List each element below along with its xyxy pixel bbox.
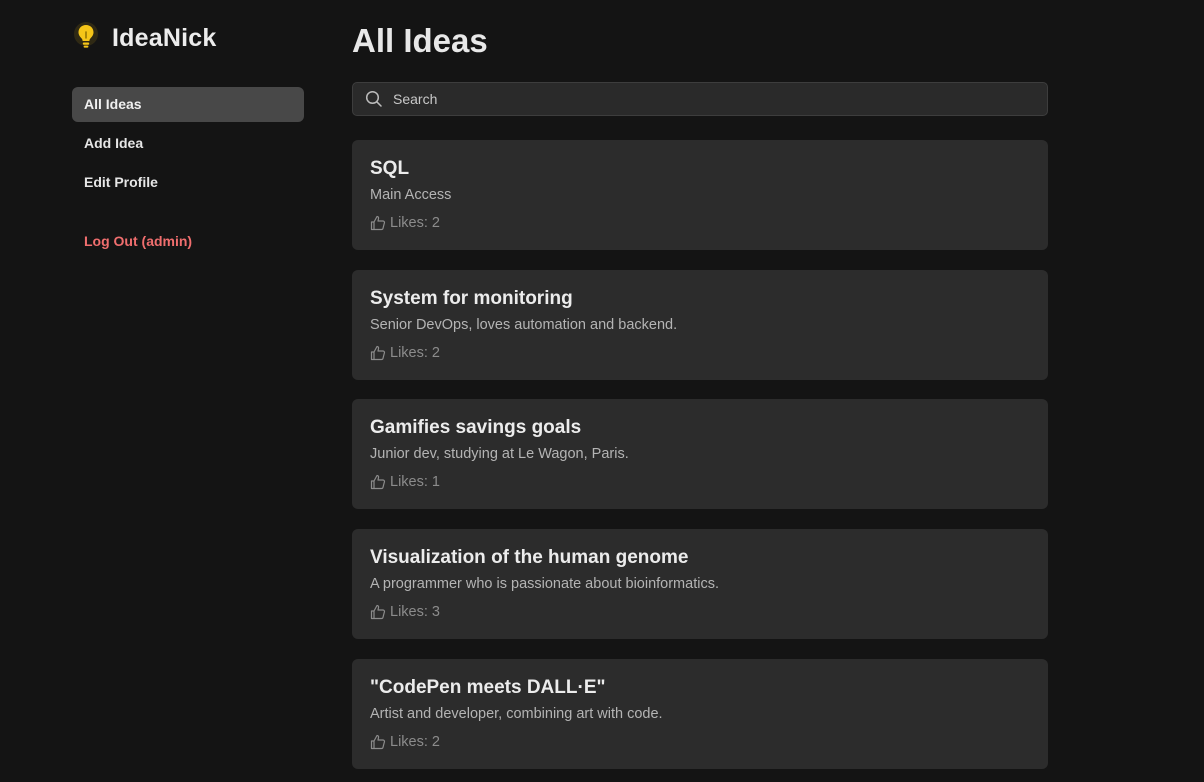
brand[interactable]: IdeaNick (72, 18, 304, 58)
idea-title[interactable]: System for monitoring (370, 288, 573, 310)
search-input[interactable] (384, 83, 1047, 115)
idea-likes: Likes: 1 (370, 474, 440, 490)
idea-description: Senior DevOps, loves automation and back… (370, 317, 678, 333)
search-box[interactable] (352, 82, 1048, 116)
idea-likes: Likes: 2 (370, 734, 440, 750)
idea-likes: Likes: 3 (370, 604, 440, 620)
idea-card[interactable]: Visualization of the human genome A prog… (352, 529, 1048, 639)
idea-title[interactable]: Gamifies savings goals (370, 417, 581, 439)
lightbulb-icon (72, 18, 100, 58)
idea-card[interactable]: SQL Main Access Likes: 2 (352, 140, 1048, 250)
sidebar-item-add-idea[interactable]: Add Idea (72, 126, 304, 161)
page-title: All Ideas (352, 22, 488, 59)
idea-description: A programmer who is passionate about bio… (370, 576, 719, 592)
thumbs-up-icon (370, 474, 386, 490)
thumbs-up-icon (370, 345, 386, 361)
search-icon (364, 89, 384, 109)
idea-description: Artist and developer, combining art with… (370, 706, 663, 722)
likes-count: Likes: 3 (390, 604, 440, 620)
idea-title[interactable]: SQL (370, 158, 409, 180)
likes-count: Likes: 2 (390, 734, 440, 750)
logout-link[interactable]: Log Out (admin) (72, 224, 304, 259)
idea-likes: Likes: 2 (370, 345, 440, 361)
idea-description: Junior dev, studying at Le Wagon, Paris. (370, 446, 629, 462)
idea-card[interactable]: Gamifies savings goals Junior dev, study… (352, 399, 1048, 509)
sidebar-item-edit-profile[interactable]: Edit Profile (72, 165, 304, 200)
idea-title[interactable]: Visualization of the human genome (370, 547, 688, 569)
likes-count: Likes: 2 (390, 215, 440, 231)
thumbs-up-icon (370, 734, 386, 750)
idea-card[interactable]: "CodePen meets DALL·E" Artist and develo… (352, 659, 1048, 769)
idea-title[interactable]: "CodePen meets DALL·E" (370, 677, 606, 699)
idea-likes: Likes: 2 (370, 215, 440, 231)
likes-count: Likes: 1 (390, 474, 440, 490)
idea-description: Main Access (370, 187, 452, 203)
thumbs-up-icon (370, 215, 386, 231)
sidebar-nav: All Ideas Add Idea Edit Profile Log Out … (72, 87, 304, 263)
likes-count: Likes: 2 (390, 345, 440, 361)
app-name: IdeaNick (112, 23, 217, 52)
idea-card[interactable]: System for monitoring Senior DevOps, lov… (352, 270, 1048, 380)
sidebar-item-all-ideas[interactable]: All Ideas (72, 87, 304, 122)
thumbs-up-icon (370, 604, 386, 620)
